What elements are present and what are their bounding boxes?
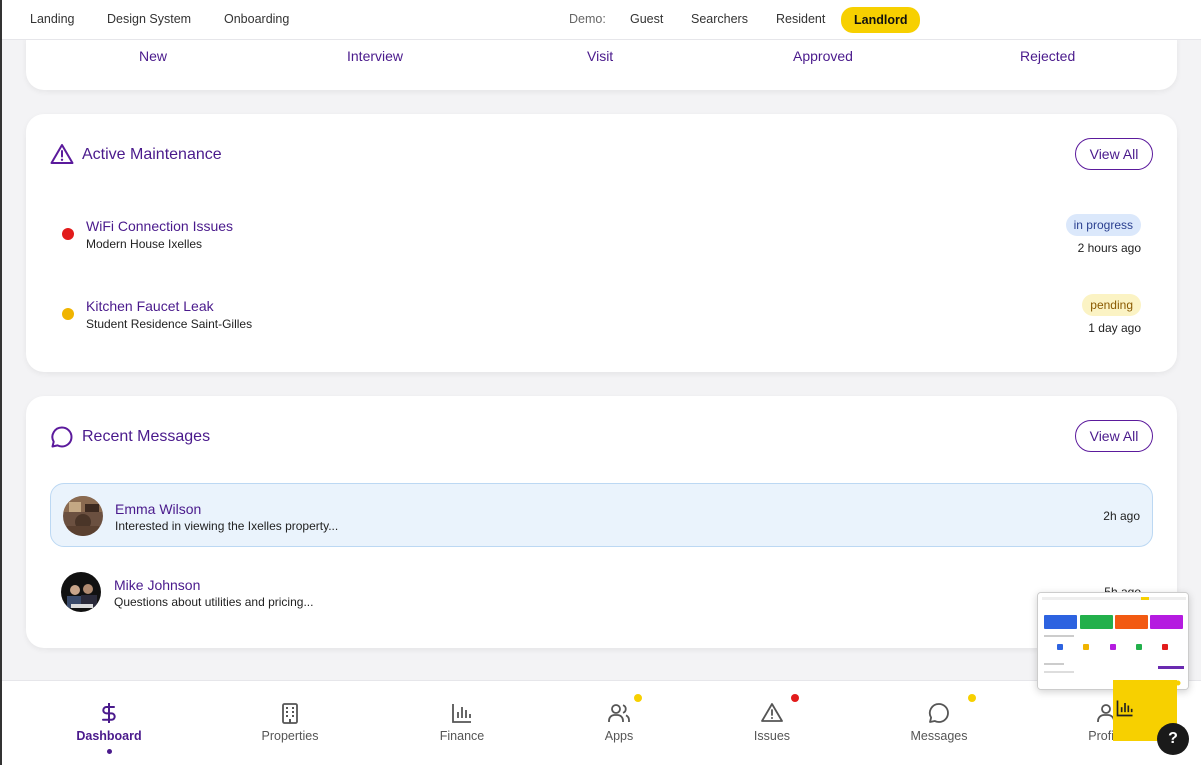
building-icon	[278, 701, 302, 725]
message-sender: Mike Johnson	[114, 577, 201, 593]
messages-notification-dot	[968, 694, 976, 702]
issue-time: 2 hours ago	[1077, 241, 1141, 255]
demo-searchers[interactable]: Searchers	[691, 12, 748, 26]
active-indicator	[107, 749, 112, 754]
users-icon	[607, 701, 631, 725]
message-item[interactable]: Mike Johnson Questions about utilities a…	[50, 560, 1153, 624]
warning-icon	[50, 143, 74, 170]
warning-icon	[760, 701, 784, 725]
apps-notification-dot	[634, 694, 642, 702]
priority-dot	[62, 308, 74, 320]
tab-dashboard[interactable]: Dashboard	[59, 701, 159, 743]
page-preview-thumbnail[interactable]	[1037, 592, 1189, 690]
tab-messages[interactable]: Messages	[889, 701, 989, 743]
issue-title: WiFi Connection Issues	[86, 218, 234, 234]
issue-time: 1 day ago	[1088, 321, 1141, 335]
tab-issues[interactable]: Issues	[722, 701, 822, 743]
top-nav: Landing Design System Onboarding Demo: G…	[2, 0, 1201, 40]
message-sender: Emma Wilson	[115, 501, 202, 517]
maintenance-title: Active Maintenance	[82, 146, 222, 163]
nav-link-design-system[interactable]: Design System	[107, 12, 191, 26]
status-badge: in progress	[1065, 214, 1141, 236]
issue-property: Student Residence Saint-Gilles	[86, 317, 253, 331]
stage-interview[interactable]: Interview	[347, 48, 403, 64]
messages-title: Recent Messages	[82, 428, 211, 445]
stage-visit[interactable]: Visit	[587, 48, 613, 64]
messages-view-all-button[interactable]: View All	[1075, 420, 1153, 452]
stage-new[interactable]: New	[139, 48, 167, 64]
avatar	[61, 572, 101, 612]
maintenance-item[interactable]: WiFi Connection Issues Modern House Ixel…	[26, 194, 1177, 255]
help-button[interactable]: ?	[1157, 723, 1189, 755]
tab-apps[interactable]: Apps	[569, 701, 669, 743]
bar-chart-icon	[450, 701, 474, 725]
message-preview: Questions about utilities and pricing...	[114, 595, 314, 609]
chat-icon	[927, 701, 951, 725]
tab-label: Properties	[261, 729, 319, 743]
message-preview: Interested in viewing the Ixelles proper…	[115, 519, 339, 533]
left-edge-bar	[0, 0, 2, 765]
issue-title: Kitchen Faucet Leak	[86, 298, 214, 314]
demo-label: Demo:	[569, 12, 606, 26]
messages-card: Recent Messages View All Emma Wilson Int…	[26, 396, 1177, 648]
message-item[interactable]: Emma Wilson Interested in viewing the Ix…	[50, 483, 1153, 547]
dollar-icon	[97, 701, 121, 725]
demo-guest[interactable]: Guest	[630, 12, 663, 26]
tab-label: Apps	[604, 729, 634, 743]
maintenance-card: Active Maintenance View All WiFi Connect…	[26, 114, 1177, 372]
chat-icon	[50, 425, 74, 454]
demo-resident[interactable]: Resident	[776, 12, 825, 26]
issue-property: Modern House Ixelles	[86, 237, 203, 251]
nav-link-onboarding[interactable]: Onboarding	[224, 12, 289, 26]
demo-landlord[interactable]: Landlord	[841, 7, 921, 33]
bottom-nav: Dashboard Properties Finance Apps Issues…	[2, 680, 1201, 765]
avatar	[63, 496, 103, 536]
stage-rejected[interactable]: Rejected	[1020, 48, 1075, 64]
tab-label: Issues	[753, 729, 791, 743]
bar-chart-icon	[1115, 698, 1135, 723]
priority-dot	[62, 228, 74, 240]
tab-label: Dashboard	[76, 729, 142, 743]
maintenance-view-all-button[interactable]: View All	[1075, 138, 1153, 170]
stage-approved[interactable]: Approved	[793, 48, 853, 64]
maintenance-item[interactable]: Kitchen Faucet Leak Student Residence Sa…	[26, 274, 1177, 335]
message-time: 2h ago	[1103, 509, 1140, 523]
tab-label: Finance	[439, 729, 485, 743]
nav-link-landing[interactable]: Landing	[30, 12, 75, 26]
tab-finance[interactable]: Finance	[412, 701, 512, 743]
issues-notification-dot	[791, 694, 799, 702]
tab-label: Messages	[910, 729, 968, 743]
tab-properties[interactable]: Properties	[240, 701, 340, 743]
status-badge: pending	[1082, 294, 1141, 316]
